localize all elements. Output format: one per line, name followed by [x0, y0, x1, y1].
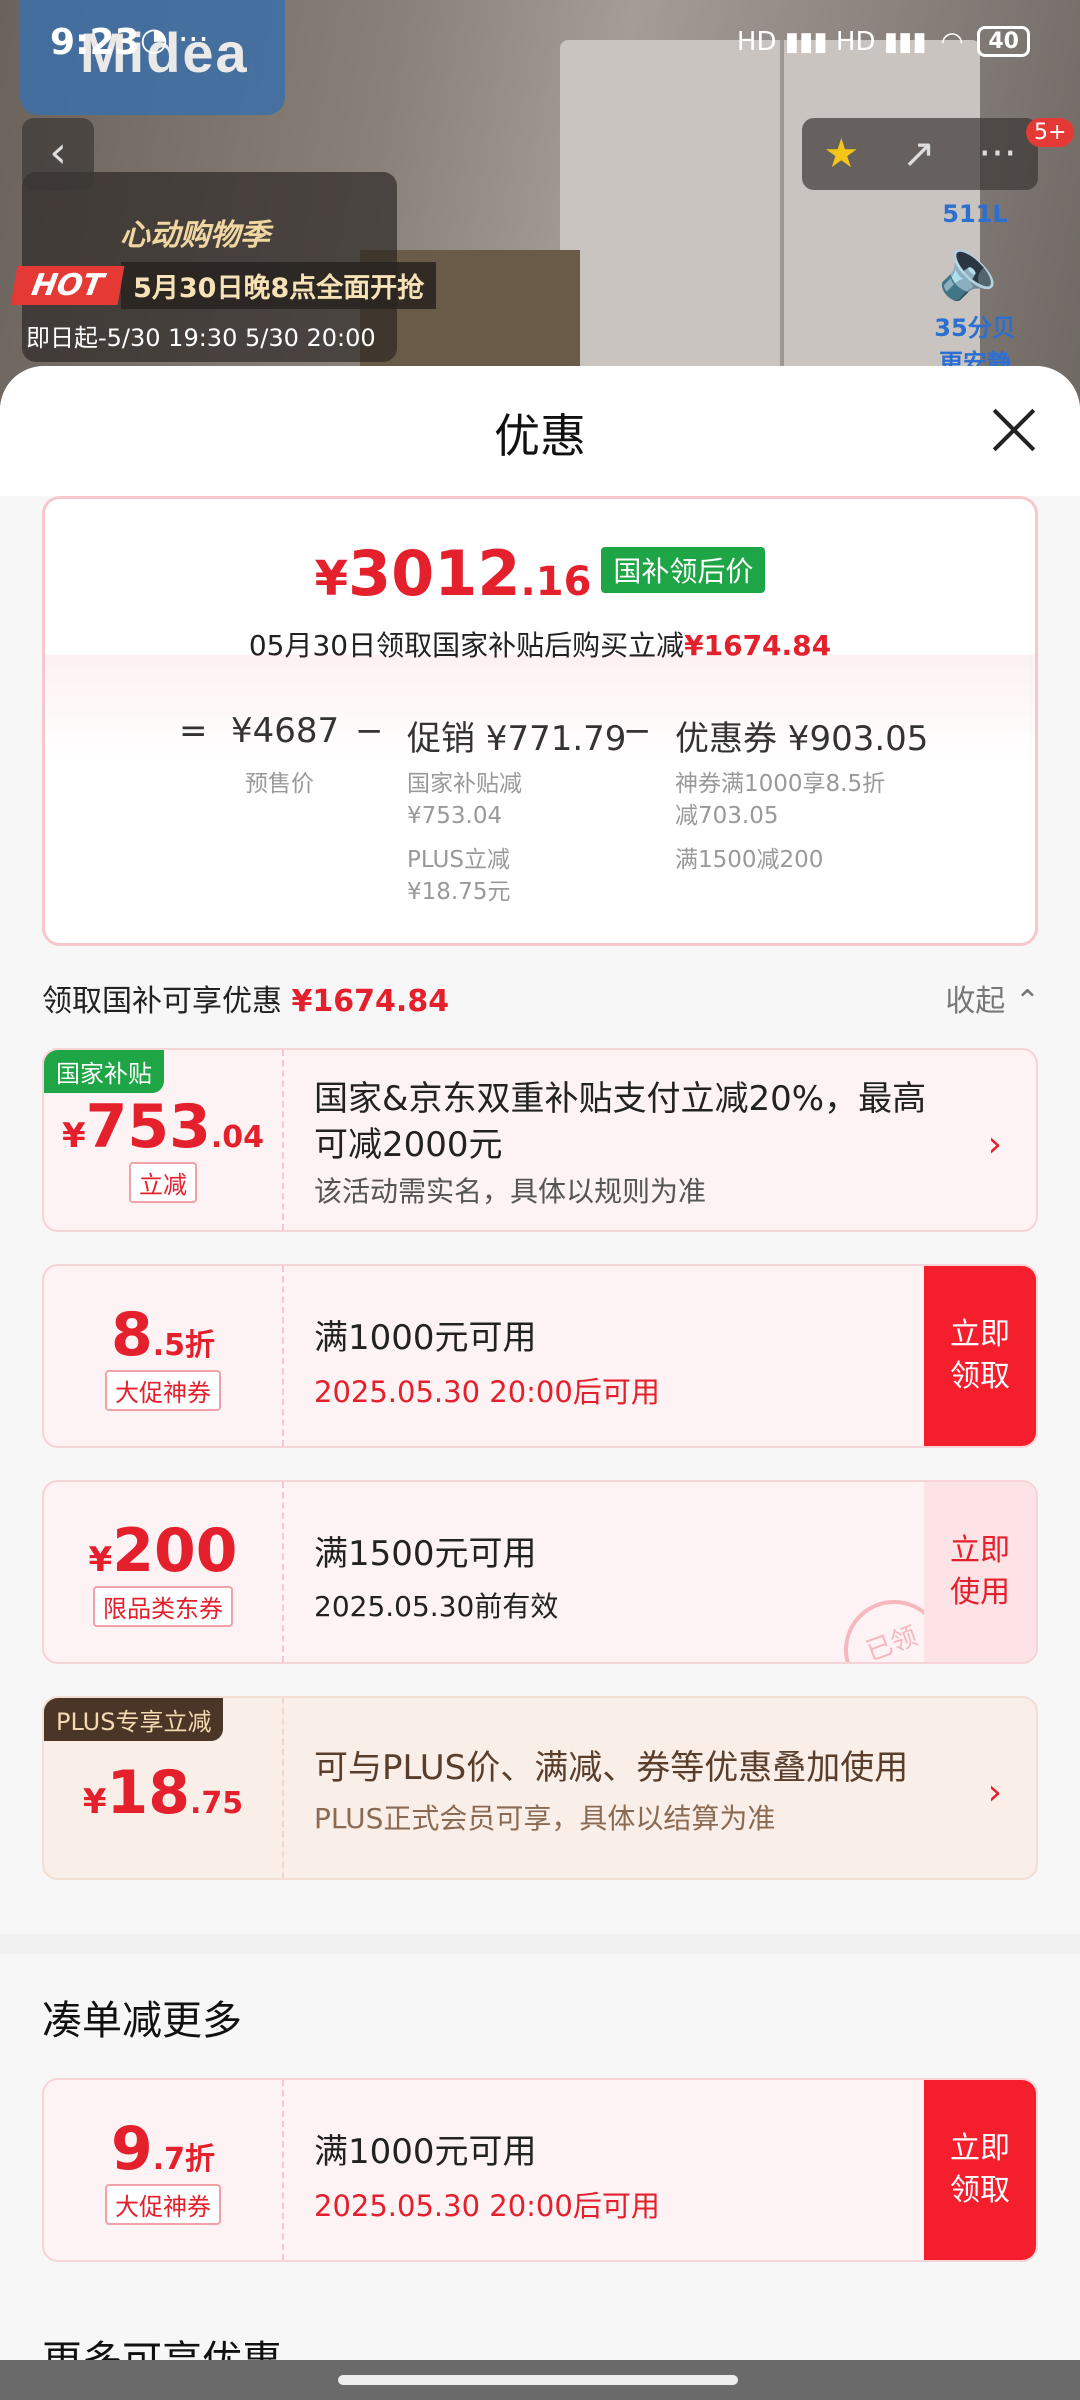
coupon-info: 国家&京东双重补贴支付立减20%，最高可减2000元 该活动需实名，具体以规则为… [314, 1050, 956, 1230]
sheet-header: 优惠 [0, 366, 1080, 496]
plus-coupon[interactable]: PLUS专享立减 ¥18.75 可与PLUS价、满减、券等优惠叠加使用 PLUS… [42, 1696, 1038, 1880]
promo-amount: 促销 ¥771.79 [407, 719, 627, 759]
coupon-tag: 立减 [129, 1162, 197, 1203]
speaker-icon: 🔈 [937, 233, 1013, 303]
chevron-right-icon: › [987, 1772, 1002, 1813]
feature-badge: 511L 🔈 35分贝 更安静 [930, 200, 1020, 377]
collapse-toggle[interactable]: 收起 ⌃ [945, 976, 1040, 1020]
coupon-sub: 2025.05.30 20:00后可用 [314, 1375, 660, 1409]
coupon-main: 国家&京东双重补贴支付立减20%，最高可减2000元 [314, 1079, 927, 1165]
subsidy-coupon[interactable]: 国家补贴 ¥753.04 立减 国家&京东双重补贴支付立减20%，最高可减200… [42, 1048, 1038, 1232]
hot-label: HOT [10, 266, 125, 305]
claim-button[interactable]: 立即领取 [924, 1266, 1036, 1446]
coupon-amount: ¥18.75 [82, 1758, 244, 1828]
notification-icons: ◔ ··· [140, 20, 209, 58]
coupon-sub: PLUS正式会员可享，具体以结算为准 [314, 1802, 776, 1835]
hot-text: 5月30日晚8点全面开抢 [121, 262, 437, 309]
coupon-amount: 优惠券 ¥903.05 [675, 719, 929, 759]
sheet-title: 优惠 [494, 409, 586, 463]
message-badge: 5+ [1026, 118, 1075, 147]
coupon-info: 满1500元可用 2025.05.30前有效 [314, 1482, 926, 1662]
coupon-sub: 该活动需实名，具体以规则为准 [314, 1175, 707, 1208]
promo-coupon: 8.5折 大促神券 满1000元可用 2025.05.30 20:00后可用 立… [42, 1264, 1038, 1448]
discount-sheet: 优惠 ¥3012.16 国补领后价 05月30日领取国家补贴后购买立减¥1674… [0, 366, 1080, 2400]
home-indicator[interactable] [0, 2360, 1080, 2400]
hot-banner: HOT 5月30日晚8点全面开抢 [10, 262, 437, 309]
bundle-section-title: 凑单减更多 [42, 1998, 242, 2044]
coupon-main: 满1500元可用 [314, 1534, 537, 1574]
status-bar: 9:23 ◔ ··· HD ▮▮▮ HD ▮▮▮ ◠ 40 [0, 0, 1080, 90]
coupon-amount: 9.7折 [110, 2114, 216, 2184]
chevron-up-icon: ⌃ [1014, 984, 1040, 1019]
price-desc: 05月30日领取国家补贴后购买立减¥1674.84 [248, 629, 832, 662]
top-actions: ★ ↗ ··· [802, 118, 1038, 190]
favorite-star-icon[interactable]: ★ [823, 131, 859, 177]
coupon-main: 满1000元可用 [314, 1318, 537, 1358]
more-icon[interactable]: ··· [978, 131, 1016, 177]
coupon-amount: 8.5折 [110, 1300, 216, 1370]
chevron-left-icon: ‹ [49, 127, 67, 178]
signal-icon: HD ▮▮▮ HD ▮▮▮ [736, 26, 927, 57]
subsidy-price-tag: 国补领后价 [601, 547, 766, 593]
equals-sign: = [179, 711, 208, 751]
promo-sub1-label: 国家补贴减 [407, 771, 522, 797]
use-button[interactable]: 立即使用 [924, 1482, 1036, 1662]
back-button[interactable]: ‹ [22, 118, 94, 190]
wifi-icon: ◠ [940, 26, 964, 57]
presale-label: 预售价 [245, 771, 314, 797]
minus-sign: − [355, 711, 384, 751]
coupon-amount: ¥753.04 [61, 1092, 265, 1162]
coupon-amount-area: ¥18.75 [44, 1698, 284, 1878]
final-price: ¥3012.16 [314, 537, 592, 610]
coupon-amount-area: ¥200 限品类东券 [44, 1482, 284, 1662]
share-icon[interactable]: ↗ [902, 131, 936, 177]
battery-icon: 40 [977, 26, 1030, 57]
coupon-main: 满1000元可用 [314, 2132, 537, 2172]
coupon-tag: 大促神券 [105, 2184, 221, 2225]
promo-sub1-value: ¥753.04 [407, 803, 503, 829]
coupon-tag: 限品类东券 [93, 1586, 233, 1627]
status-time: 9:23 [50, 22, 140, 63]
presale-price: ¥4687 [231, 711, 340, 751]
coupon-sub2: 满1500减200 [675, 847, 824, 873]
promo-sub2-label: PLUS立减 [407, 847, 510, 873]
chevron-right-icon: › [987, 1124, 1002, 1165]
coupon-info: 满1000元可用 2025.05.30 20:00后可用 [314, 2080, 926, 2260]
price-breakdown-card: ¥3012.16 国补领后价 05月30日领取国家补贴后购买立减¥1674.84… [42, 496, 1038, 946]
coupon-sub: 2025.05.30前有效 [314, 1590, 559, 1623]
category-coupon: ¥200 限品类东券 满1500元可用 2025.05.30前有效 已领 立即使… [42, 1480, 1038, 1664]
coupon-amount: ¥200 [88, 1516, 238, 1586]
coupon-amount-area: 9.7折 大促神券 [44, 2080, 284, 2260]
coupon-main: 可与PLUS价、满减、券等优惠叠加使用 [314, 1748, 909, 1788]
coupon-amount-area: ¥753.04 立减 [44, 1050, 284, 1230]
fridge-photo [560, 40, 980, 420]
coupon-amount-area: 8.5折 大促神券 [44, 1266, 284, 1446]
section-divider [0, 1934, 1080, 1954]
campaign-logo: 心动购物季 [120, 218, 270, 253]
coupon-tag: 大促神券 [105, 1370, 221, 1411]
subsidy-section-title: 领取国补可享优惠 ¥1674.84 [42, 984, 450, 1019]
hot-sub: 即日起-5/30 19:30 5/30 20:00 [26, 324, 376, 352]
minus-sign: − [623, 711, 652, 751]
close-icon[interactable] [986, 402, 1042, 458]
coupon-sub1: 神券满1000享8.5折 [675, 771, 886, 797]
promo-sub2-value: ¥18.75元 [407, 879, 511, 905]
coupon-info: 可与PLUS价、满减、券等优惠叠加使用 PLUS正式会员可享，具体以结算为准 [314, 1698, 956, 1878]
claim-button[interactable]: 立即领取 [924, 2080, 1036, 2260]
coupon-sub: 2025.05.30 20:00后可用 [314, 2189, 660, 2223]
fridge-door-gap [780, 40, 784, 420]
coupon-info: 满1000元可用 2025.05.30 20:00后可用 [314, 1266, 926, 1446]
bundle-coupon: 9.7折 大促神券 满1000元可用 2025.05.30 20:00后可用 立… [42, 2078, 1038, 2262]
capacity-label: 511L [942, 200, 1008, 228]
coupon-sub1b: 减703.05 [675, 803, 779, 829]
